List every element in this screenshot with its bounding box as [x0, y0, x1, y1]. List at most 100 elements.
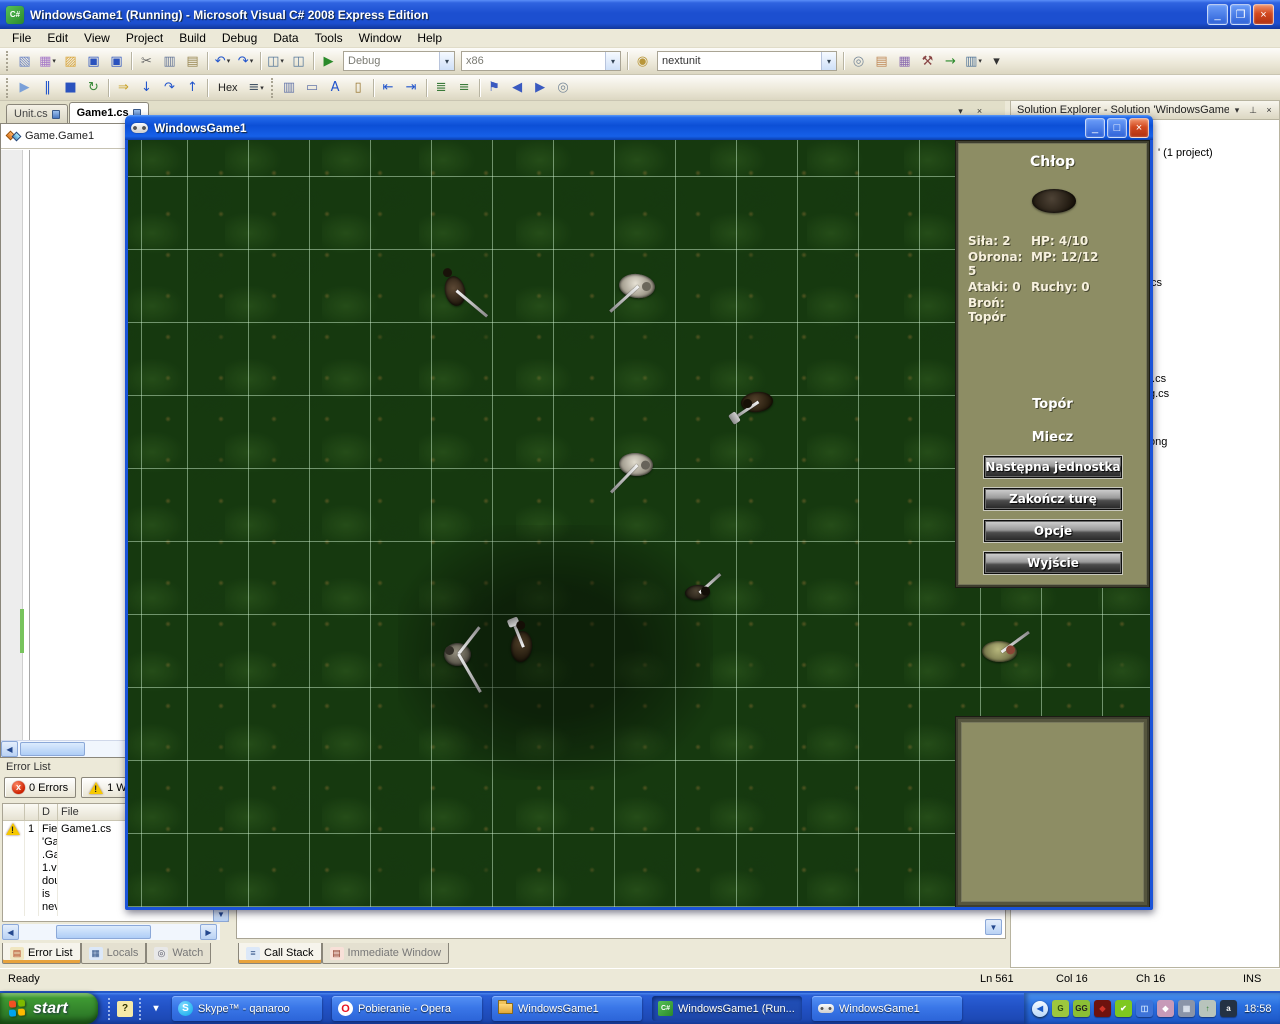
menu-file[interactable]: File [4, 29, 39, 47]
weapon-list-item[interactable]: Topór [958, 397, 1147, 412]
chevron-down-icon[interactable]: ▾ [439, 52, 454, 70]
restart-icon[interactable]: ↻ [82, 77, 105, 98]
hex-toggle[interactable]: Hex [211, 79, 245, 97]
tray-collapse-chevron-icon[interactable]: ◀ [1032, 1001, 1048, 1017]
word-completion-icon[interactable]: A [324, 77, 347, 98]
quick-info-icon[interactable]: ▯ [347, 77, 370, 98]
parameter-info-icon[interactable]: ▭ [301, 77, 324, 98]
game-close-button[interactable]: × [1129, 118, 1149, 138]
taskbar-task-3[interactable]: WindowsGame1 [492, 996, 642, 1021]
unit-sprite[interactable] [444, 643, 471, 666]
unit-sprite[interactable] [740, 390, 774, 413]
quick-launch-language-icon[interactable]: ? [117, 1001, 133, 1017]
doc-tab-unit-cs[interactable]: Unit.cs [6, 104, 68, 123]
chevron-down-icon[interactable]: ▾ [821, 52, 836, 70]
game-minimize-button[interactable]: _ [1085, 118, 1105, 138]
gadu-gadu-icon[interactable]: G [1052, 1000, 1069, 1017]
menu-project[interactable]: Project [118, 29, 171, 47]
unit-sprite[interactable] [618, 451, 654, 476]
quick-launch-grip[interactable] [108, 998, 111, 1020]
unit-sprite[interactable] [442, 274, 468, 308]
toggle-bookmark-icon[interactable]: ⚑ [483, 77, 506, 98]
save-icon[interactable]: ▣ [82, 51, 105, 72]
scrollbar-thumb[interactable] [56, 925, 151, 939]
tab-call-stack[interactable]: ≡Call Stack [238, 943, 322, 964]
member-list-icon[interactable]: ▥ [278, 77, 301, 98]
quick-launch-chevron-icon[interactable]: ▾ [148, 1001, 164, 1017]
display-settings-icon[interactable]: ▦ [1178, 1000, 1195, 1017]
indent-increase-icon[interactable]: ⇥ [400, 77, 423, 98]
step-over-icon[interactable]: ↷ [158, 77, 181, 98]
antivirus-check-icon[interactable]: ✔ [1115, 1000, 1132, 1017]
navigate-forward-icon[interactable]: ◫ [287, 51, 310, 72]
continue-icon[interactable]: ▶ [13, 77, 36, 98]
menu-view[interactable]: View [76, 29, 118, 47]
start-debugging-icon[interactable]: ▶ [317, 51, 340, 72]
copy-icon[interactable]: ▥ [158, 51, 181, 72]
game-window[interactable]: WindowsGame1 _ □ × Chłop Siła: 2HP: 4/10… [125, 115, 1153, 910]
scroll-right-arrow-icon[interactable]: ▶ [200, 924, 217, 940]
start-page-icon[interactable]: → [939, 51, 962, 72]
error-col-icon-header[interactable] [3, 804, 25, 820]
prev-bookmark-icon[interactable]: ◀ [506, 77, 529, 98]
next-bookmark-icon[interactable]: ▶ [529, 77, 552, 98]
unit-sprite[interactable] [981, 640, 1017, 662]
add-new-item-icon[interactable]: ▦▾ [36, 51, 59, 72]
menu-debug[interactable]: Debug [214, 29, 265, 47]
safely-remove-icon[interactable]: ↑ [1199, 1000, 1216, 1017]
solution-explorer-close-button[interactable]: × [1261, 103, 1277, 118]
solution-explorer-dropdown-button[interactable]: ▾ [1229, 103, 1245, 118]
game-maximize-button[interactable]: □ [1107, 118, 1127, 138]
errors-filter-button[interactable]: x 0 Errors [4, 777, 76, 798]
solution-explorer-icon[interactable]: ▦ [893, 51, 916, 72]
breakpoints-window-icon[interactable]: ≡▾ [245, 77, 268, 98]
toolbox-icon[interactable]: ⚒ [916, 51, 939, 72]
save-all-icon[interactable]: ▣ [105, 51, 128, 72]
comment-lines-icon[interactable]: ≣ [430, 77, 453, 98]
unit-sprite[interactable] [509, 629, 533, 662]
break-all-icon[interactable]: ‖ [36, 77, 59, 98]
toolbar-options-icon[interactable]: ▾ [985, 51, 1008, 72]
properties-window-icon[interactable]: ▤ [870, 51, 893, 72]
avast-icon[interactable]: a [1220, 1000, 1237, 1017]
menu-build[interactable]: Build [171, 29, 214, 47]
find-combo[interactable]: nextunit▾ [657, 51, 837, 71]
new-project-icon[interactable]: ▧ [13, 51, 36, 72]
tab-locals[interactable]: ▦Locals [81, 943, 147, 964]
start-button[interactable]: start [0, 993, 98, 1024]
tab-error-list[interactable]: ▤Error List [2, 943, 81, 964]
uncomment-lines-icon[interactable]: ≡ [453, 77, 476, 98]
menu-help[interactable]: Help [409, 29, 450, 47]
solution-platforms-combo[interactable]: x86▾ [461, 51, 621, 71]
scroll-left-arrow-icon[interactable]: ◀ [1, 741, 18, 757]
network-places-icon[interactable]: ◫ [1136, 1000, 1153, 1017]
stop-debugging-icon[interactable]: ■ [59, 77, 82, 98]
quick-launch-grip[interactable] [139, 998, 142, 1020]
navigate-backward-icon[interactable]: ◫▾ [264, 51, 287, 72]
end-turn-button[interactable]: Zakończ turę [984, 488, 1122, 510]
gadu-gadu-gg-icon[interactable]: GG [1073, 1000, 1090, 1017]
cut-icon[interactable]: ✂ [135, 51, 158, 72]
undo-icon[interactable]: ↶▾ [211, 51, 234, 72]
redo-icon[interactable]: ↷▾ [234, 51, 257, 72]
other-windows-icon[interactable]: ▥▾ [962, 51, 985, 72]
vs-close-button[interactable]: × [1253, 4, 1274, 25]
toolbar-grip[interactable] [271, 78, 275, 98]
find-symbol-result-icon[interactable]: ◎ [552, 77, 575, 98]
menu-edit[interactable]: Edit [39, 29, 76, 47]
error-col-description-header[interactable]: D [39, 804, 58, 820]
options-button[interactable]: Opcje [984, 520, 1122, 542]
exit-button[interactable]: Wyjście [984, 552, 1122, 574]
menu-window[interactable]: Window [351, 29, 410, 47]
open-file-icon[interactable]: ▨ [59, 51, 82, 72]
taskbar-task-5[interactable]: WindowsGame1 [812, 996, 962, 1021]
step-into-icon[interactable]: ↓ [135, 77, 158, 98]
vs-minimize-button[interactable]: _ [1207, 4, 1228, 25]
weapon-list-item[interactable]: Miecz [958, 430, 1147, 445]
battlefield-map[interactable]: Chłop Siła: 2HP: 4/10Obrona: 5MP: 12/12A… [128, 140, 1150, 907]
find-folder-icon[interactable]: ◉ [631, 51, 654, 72]
tab-watch[interactable]: ◎Watch [146, 943, 211, 964]
minimap-panel[interactable] [956, 717, 1149, 907]
chevron-down-icon[interactable]: ▾ [605, 52, 620, 70]
messenger-app-icon[interactable]: ◆ [1157, 1000, 1174, 1017]
